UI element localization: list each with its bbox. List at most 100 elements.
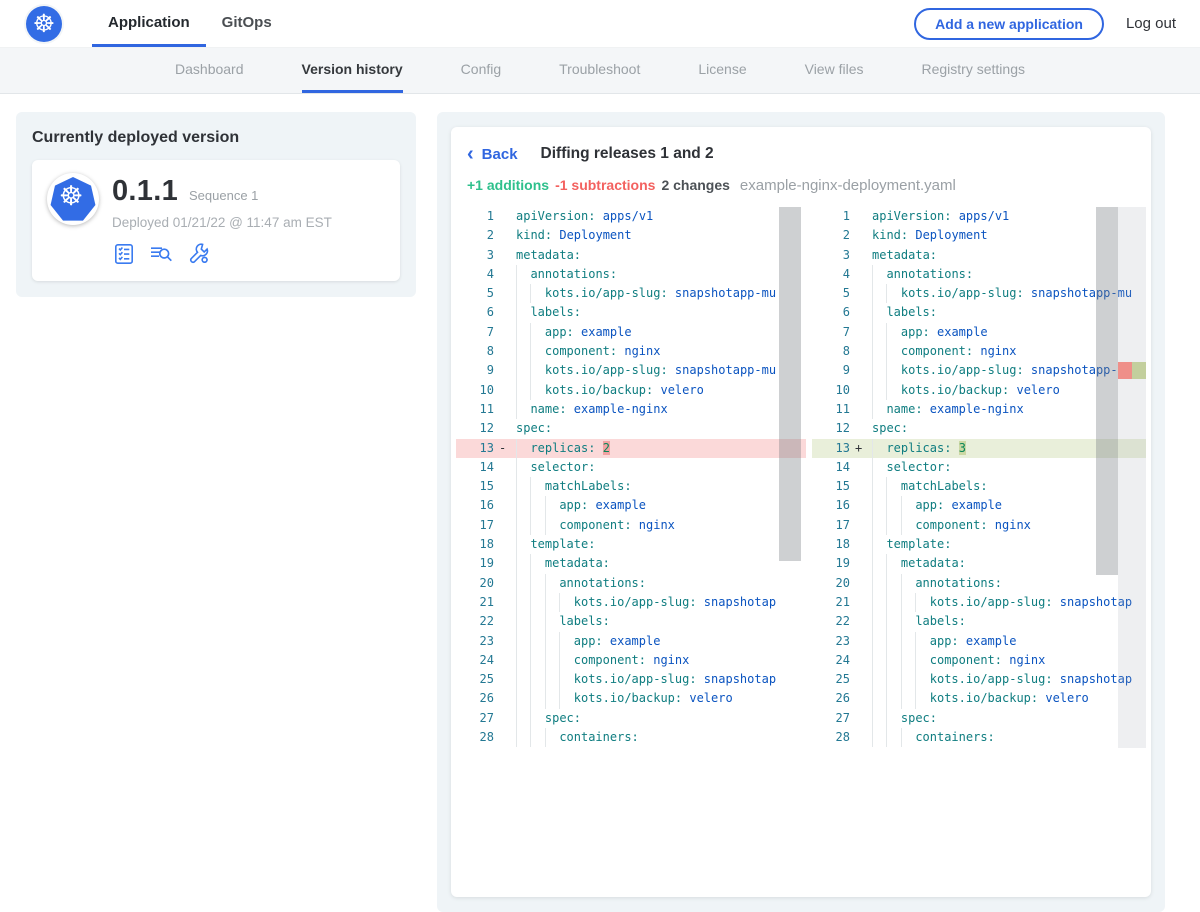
diff-marker <box>494 458 516 477</box>
indent-guide <box>516 496 530 515</box>
diff-marker <box>494 419 516 438</box>
diff-line: 10kots.io/backup: velero <box>456 381 806 400</box>
diff-line: 3metadata: <box>456 246 806 265</box>
sub-tab-registry-settings[interactable]: Registry settings <box>922 48 1025 93</box>
indent-guide <box>545 728 559 747</box>
back-link[interactable]: ‹ Back <box>467 144 518 164</box>
code-text: apiVersion: apps/v1 <box>516 207 806 226</box>
deploy-logs-icon[interactable] <box>149 242 174 266</box>
sub-tab-dashboard[interactable]: Dashboard <box>175 48 244 93</box>
line-number: 23 <box>812 632 850 651</box>
diff-marker <box>494 284 516 303</box>
scrollbar-thumb[interactable] <box>1096 207 1118 575</box>
version-actions <box>112 242 332 266</box>
edit-config-icon[interactable] <box>187 242 211 266</box>
code-text: component: nginx <box>516 651 806 670</box>
indent-guide <box>516 458 530 477</box>
indent-guide <box>886 612 900 631</box>
indent-guide <box>530 516 544 535</box>
indent-guide <box>545 574 559 593</box>
sub-tab-config[interactable]: Config <box>461 48 501 93</box>
top-tab-application[interactable]: Application <box>92 0 206 47</box>
diff-pane-original: 1apiVersion: apps/v12kind: Deployment3me… <box>456 207 806 748</box>
kubernetes-wheel-icon: ☸ <box>33 11 55 36</box>
indent-guide <box>886 516 900 535</box>
indent-guide <box>872 458 886 477</box>
sub-tab-troubleshoot[interactable]: Troubleshoot <box>559 48 640 93</box>
addition-marker <box>1132 362 1146 379</box>
diff-marker: - <box>494 439 516 458</box>
top-tab-gitops[interactable]: GitOps <box>206 0 288 47</box>
indent-guide <box>530 670 544 689</box>
line-number: 28 <box>456 728 494 747</box>
indent-guide <box>530 651 544 670</box>
indent-guide <box>915 670 929 689</box>
indent-guide <box>901 728 915 747</box>
diff-marker <box>494 246 516 265</box>
diff-pane-modified: 1apiVersion: apps/v12kind: Deployment3me… <box>812 207 1146 748</box>
indent-guide <box>559 651 573 670</box>
indent-guide <box>545 651 559 670</box>
indent-guide <box>559 593 573 612</box>
indent-guide <box>915 593 929 612</box>
diff-marker <box>850 361 872 380</box>
add-application-button[interactable]: Add a new application <box>914 8 1104 40</box>
indent-guide <box>516 516 530 535</box>
sub-tab-view-files[interactable]: View files <box>805 48 864 93</box>
line-number: 2 <box>456 226 494 245</box>
indent-guide <box>516 265 530 284</box>
indent-guide <box>559 632 573 651</box>
indent-guide <box>872 612 886 631</box>
code-text: kots.io/app-slug: snapshotap <box>516 593 806 612</box>
indent-guide <box>886 574 900 593</box>
app-sub-nav: Dashboard Version history Config Troublesho… <box>0 48 1200 94</box>
main-content: Currently deployed version ☸ 0.1.1 Seque… <box>0 94 1200 768</box>
indent-guide <box>886 593 900 612</box>
indent-guide <box>545 612 559 631</box>
indent-guide <box>872 728 886 747</box>
diff-overview-ruler[interactable] <box>1118 207 1146 748</box>
line-number: 15 <box>812 477 850 496</box>
diff-line: 23app: example <box>812 632 1146 651</box>
indent-guide <box>915 689 929 708</box>
diff-line: 14selector: <box>456 458 806 477</box>
logout-link[interactable]: Log out <box>1126 15 1176 32</box>
indent-guide <box>516 303 530 322</box>
diff-marker <box>494 670 516 689</box>
code-text: app: example <box>516 323 806 342</box>
indent-guide <box>872 670 886 689</box>
line-number: 25 <box>456 670 494 689</box>
indent-guide <box>530 323 544 342</box>
line-number: 13 <box>456 439 494 458</box>
diff-marker <box>850 709 872 728</box>
indent-guide <box>872 651 886 670</box>
indent-guide <box>872 709 886 728</box>
indent-guide <box>872 439 886 458</box>
app-kubernetes-icon: ☸ <box>47 173 99 225</box>
sequence-label: Sequence 1 <box>189 188 258 203</box>
indent-guide <box>516 400 530 419</box>
indent-guide <box>872 574 886 593</box>
indent-guide <box>886 709 900 728</box>
diff-title: Diffing releases 1 and 2 <box>541 145 714 163</box>
indent-guide <box>516 689 530 708</box>
code-text: kots.io/app-slug: snapshotapp-mu <box>516 361 806 380</box>
code-text: kots.io/app-slug: snapshotapp-mu <box>516 284 806 303</box>
diff-line: 1apiVersion: apps/v1 <box>456 207 806 226</box>
indent-guide <box>545 670 559 689</box>
code-text: kots.io/backup: velero <box>516 381 806 400</box>
sub-tab-version-history[interactable]: Version history <box>302 48 403 93</box>
code-text: spec: <box>516 709 806 728</box>
sub-tab-license[interactable]: License <box>698 48 746 93</box>
preflight-checklist-icon[interactable] <box>112 242 136 266</box>
indent-guide <box>516 284 530 303</box>
diff-marker <box>850 612 872 631</box>
scrollbar-thumb[interactable] <box>779 207 801 561</box>
line-number: 26 <box>456 689 494 708</box>
diff-marker <box>494 554 516 573</box>
top-nav-right: Add a new application Log out <box>914 0 1176 47</box>
diff-marker <box>850 265 872 284</box>
diff-marker <box>850 535 872 554</box>
diff-marker <box>850 689 872 708</box>
diff-marker <box>850 574 872 593</box>
